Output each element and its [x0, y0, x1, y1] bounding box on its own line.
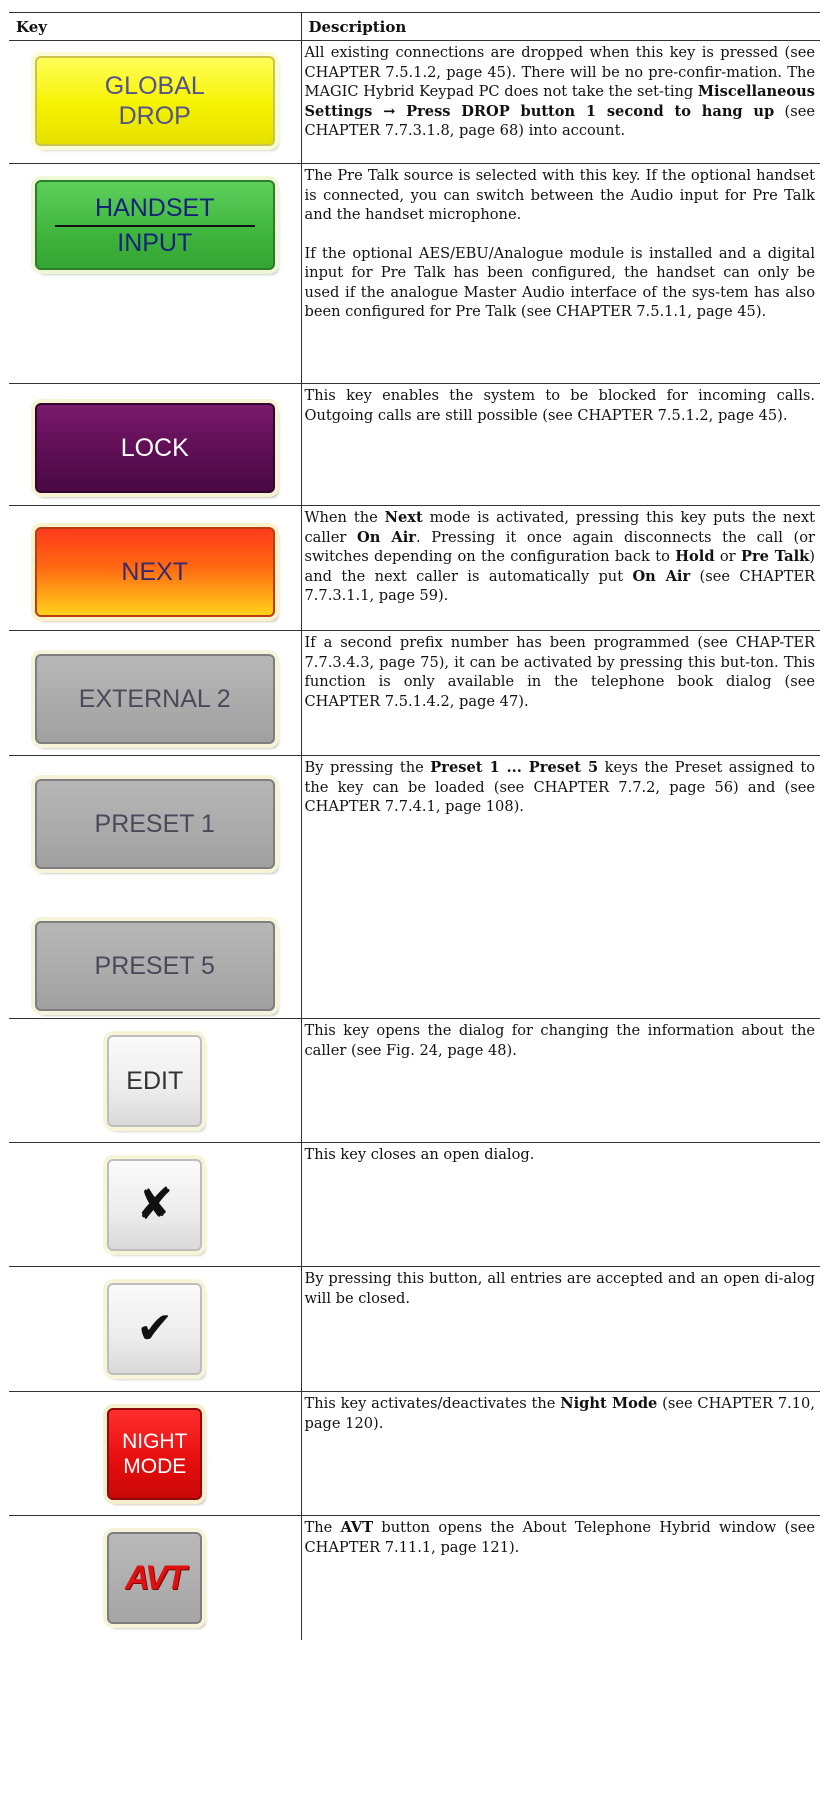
preset-5-key[interactable]: PRESET 5: [34, 921, 275, 1011]
key-cell: HANDSET INPUT: [9, 163, 302, 384]
key-cell: LOCK: [9, 383, 302, 506]
description-column-header: Description: [301, 12, 820, 41]
key-description-table: Key Description GLOBAL DROP All existing…: [9, 12, 820, 1640]
table-row: ✔ By pressing this button, all entries a…: [9, 1266, 820, 1392]
key-cell: ✘: [9, 1142, 302, 1267]
close-x-icon: ✘: [136, 1179, 174, 1230]
global-drop-key[interactable]: GLOBAL DROP: [34, 56, 275, 146]
description-cell: The Pre Talk source is selected with thi…: [301, 163, 820, 384]
description-cell: The AVT button opens the About Telephone…: [304, 1519, 816, 1556]
table-row: EDIT This key opens the dialog for chang…: [9, 1018, 820, 1143]
next-key[interactable]: NEXT: [34, 527, 275, 617]
avt-logo: AVT: [125, 1559, 187, 1597]
night-mode-key[interactable]: NIGHT MODE: [107, 1408, 203, 1500]
table-row: AVT The AVT button opens the About Telep…: [9, 1515, 820, 1640]
table-row: NEXT When the Next mode is activated, pr…: [9, 505, 820, 631]
description-cell: If a second prefix number has been progr…: [301, 630, 820, 756]
key-cell: EXTERNAL 2: [9, 630, 302, 756]
handset-input-key[interactable]: HANDSET INPUT: [34, 180, 275, 270]
preset-1-key[interactable]: PRESET 1: [34, 779, 275, 869]
table-row: PRESET 1 PRESET 5 By pressing the Preset…: [9, 755, 820, 1019]
description-cell: By pressing the Preset 1 ... Preset 5 ke…: [301, 755, 820, 1019]
key-cell: GLOBAL DROP: [9, 40, 302, 164]
table-row: EXTERNAL 2 If a second prefix number has…: [9, 630, 820, 756]
table-header-row: Key Description: [9, 12, 820, 41]
table-row: GLOBAL DROP All existing connections are…: [9, 40, 820, 164]
divider-line: [54, 224, 255, 227]
table-row: ✘ This key closes an open dialog.: [9, 1142, 820, 1267]
table-row: NIGHT MODE This key activates/deactivate…: [9, 1391, 820, 1516]
lock-key[interactable]: LOCK: [34, 403, 275, 493]
description-cell: This key opens the dialog for changing t…: [301, 1018, 820, 1143]
description-cell: This key activates/deactivates the Night…: [301, 1391, 820, 1516]
description-cell: When the Next mode is activated, pressin…: [301, 505, 820, 631]
key-cell: NEXT: [9, 505, 302, 631]
avt-key[interactable]: AVT: [107, 1532, 203, 1624]
key-cell: EDIT: [9, 1018, 302, 1143]
description-cell: This key enables the system to be blocke…: [301, 383, 820, 506]
close-key[interactable]: ✘: [107, 1159, 203, 1251]
key-cell: AVT: [9, 1515, 302, 1640]
description-cell: This key closes an open dialog.: [301, 1142, 820, 1267]
table-row: HANDSET INPUT The Pre Talk source is sel…: [9, 163, 820, 384]
description-cell: All existing connections are dropped whe…: [301, 40, 820, 164]
edit-key[interactable]: EDIT: [107, 1035, 203, 1127]
key-cell: ✔: [9, 1266, 302, 1392]
checkmark-icon: ✔: [136, 1303, 174, 1354]
key-column-header: Key: [9, 12, 302, 41]
description-cell: By pressing this button, all entries are…: [301, 1266, 820, 1392]
table-row: LOCK This key enables the system to be b…: [9, 383, 820, 506]
external-2-key[interactable]: EXTERNAL 2: [34, 654, 275, 744]
key-cell: NIGHT MODE: [9, 1391, 302, 1516]
accept-key[interactable]: ✔: [107, 1283, 203, 1375]
key-cell: PRESET 1 PRESET 5: [9, 755, 302, 1019]
